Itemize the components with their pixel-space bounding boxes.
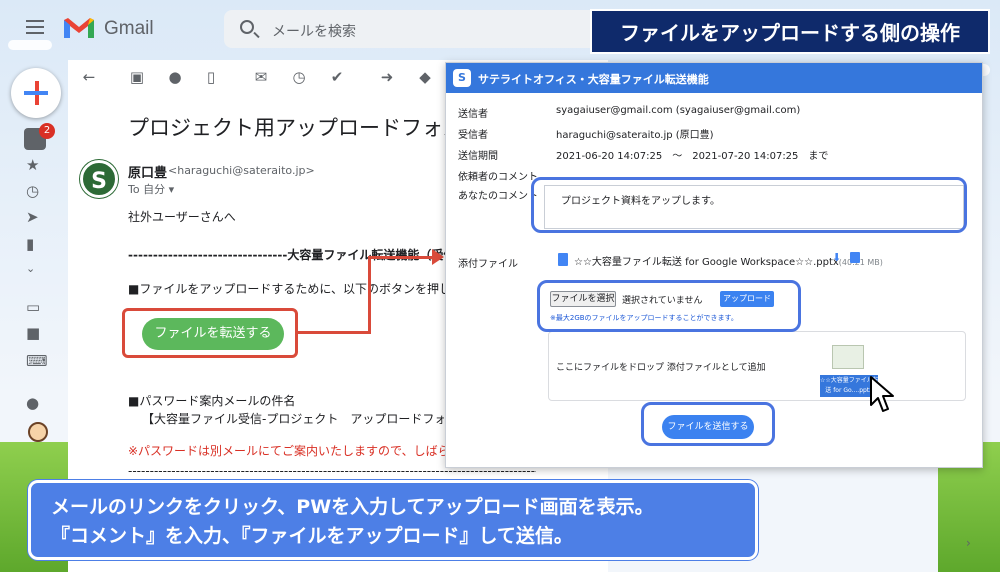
title-banner: ファイルをアップロードする側の操作 (590, 9, 990, 54)
chevron-right-icon[interactable]: › (966, 536, 971, 550)
move-icon[interactable]: ➜ (378, 68, 396, 86)
panel-title: サテライトオフィス・大容量ファイル転送機能 (478, 73, 709, 86)
password-title: ■パスワード案内メールの件名 (128, 394, 296, 408)
requester-comment-label: 依頼者のコメント (458, 172, 538, 183)
cursor-icon (870, 376, 894, 412)
chevron-down-icon[interactable]: ⌄ (26, 262, 35, 275)
attachment-size: (40.21 MB) (838, 258, 883, 267)
recipient-label: 受信者 (458, 130, 488, 141)
instruction-box: メールのリンクをクリック、PWを入力してアップロード画面を表示。 『コメント』を… (28, 480, 758, 560)
label-icon[interactable]: ◆ (416, 68, 434, 86)
drop-zone-text: ここにファイルをドロップ 添付ファイルとして追加 (556, 363, 766, 373)
clock-icon[interactable]: ◷ (26, 182, 39, 200)
report-icon[interactable]: ● (166, 68, 184, 86)
sateraito-logo-icon: S (453, 69, 471, 87)
search-bar[interactable]: メールを検索 (224, 10, 604, 48)
comment-highlight (531, 177, 967, 233)
download-icon[interactable]: ⬇ (832, 251, 842, 264)
menu-icon[interactable] (26, 20, 44, 34)
recipient-line[interactable]: To 自分 ▾ (128, 181, 174, 197)
search-icon[interactable] (240, 20, 254, 34)
file-icon[interactable]: ▮ (26, 235, 34, 253)
instruction-line-1: メールのリンクをクリック、PWを入力してアップロード画面を表示。 (51, 496, 654, 518)
sender-avatar: S (80, 160, 118, 198)
instruction-text: ■ファイルをアップロードするために、以下のボタンを押してくだ (128, 282, 446, 296)
dragged-file-thumbnail (832, 345, 864, 369)
add-task-icon[interactable]: ✔ (328, 68, 346, 86)
sender-email: <haraguchi@sateraito.jp> (168, 164, 315, 177)
arrow-connector (368, 256, 432, 259)
compose-button[interactable] (11, 68, 61, 118)
period-label: 送信期間 (458, 151, 498, 162)
back-icon[interactable]: ← (80, 68, 98, 86)
delete-icon[interactable]: ▯ (202, 68, 220, 86)
video-icon[interactable]: ▭ (26, 298, 40, 316)
your-comment-label: あなたのコメント (458, 191, 538, 202)
search-placeholder: メールを検索 (272, 24, 356, 40)
meet-icon[interactable]: ■ (26, 324, 40, 342)
gmail-logo-icon[interactable] (62, 16, 96, 40)
trash-icon[interactable] (850, 252, 860, 263)
keyboard-icon[interactable]: ⌨ (26, 352, 48, 370)
attachment-label: 添付ファイル (458, 259, 518, 270)
recipient-value: haraguchi@sateraito.jp (原口豊) (556, 130, 714, 141)
inbox-badge: 2 (39, 123, 55, 139)
gmail-wordmark: Gmail (104, 18, 154, 39)
send-button-highlight (641, 402, 775, 446)
archive-icon[interactable]: ▣ (128, 68, 146, 86)
period-value: 2021-06-20 14:07:25 ～ 2021-07-20 14:07:2… (556, 151, 829, 162)
chat-icon[interactable]: ● (26, 394, 39, 412)
pptx-file-icon (558, 253, 568, 266)
choose-file-highlight (537, 280, 801, 332)
email-subject: プロジェクト用アップロードフォルダ (128, 116, 485, 140)
user-avatar-icon[interactable] (28, 422, 48, 442)
arrow-connector (298, 331, 370, 334)
arrow-head (432, 249, 444, 265)
mark-unread-icon[interactable]: ✉ (252, 68, 270, 86)
attachment-filename: ☆☆大容量ファイル転送 for Google Workspace☆☆.pptx (574, 257, 839, 268)
arrow-connector (368, 256, 371, 334)
sender-name: 原口豊 (128, 166, 168, 181)
password-warning: ※パスワードは別メールにてご案内いたしますので、しばらくお待 (128, 444, 446, 458)
instruction-line-2: 『コメント』を入力、『ファイルをアップロード』して送信。 (51, 525, 573, 547)
send-icon[interactable]: ➤ (26, 208, 39, 226)
snooze-icon[interactable]: ◷ (290, 68, 308, 86)
sender-value: syagaiuser@gmail.com (syagaiuser@gmail.c… (556, 105, 801, 116)
gmail-header: Gmail メールを検索 ファイルをアップロードする側の操作 (0, 0, 1000, 60)
sender-label: 送信者 (458, 109, 488, 120)
password-subject: 【大容量ファイル受信-プロジェクト アップロードフォルダ】 (142, 412, 444, 426)
star-icon[interactable]: ★ (26, 156, 39, 174)
greeting: 社外ユーザーさんへ (128, 210, 236, 224)
transfer-button-highlight (122, 308, 298, 358)
panel-header: S サテライトオフィス・大容量ファイル転送機能 (446, 63, 982, 93)
